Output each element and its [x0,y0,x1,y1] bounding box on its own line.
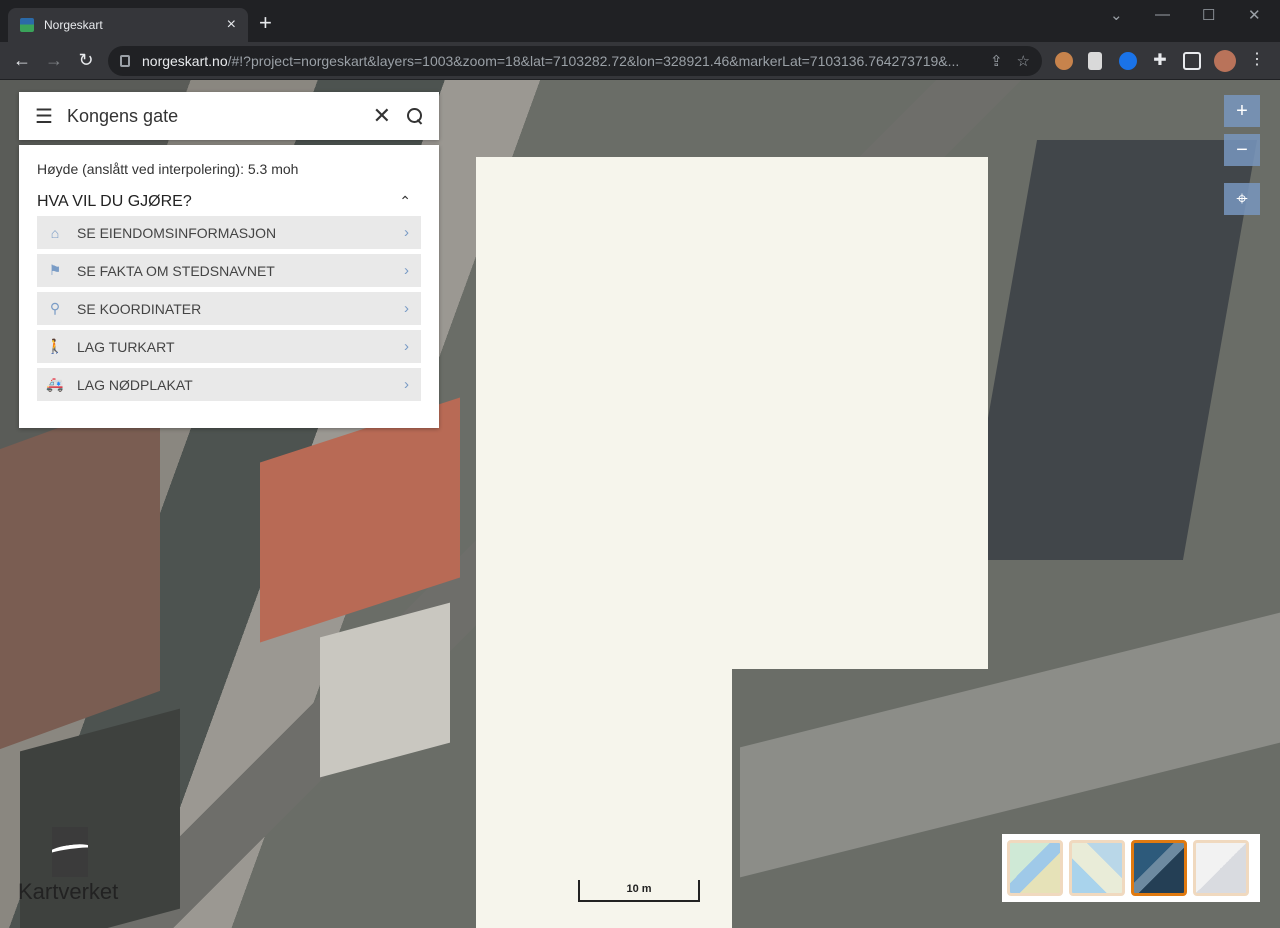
tab-search-icon[interactable]: ⌄ [1110,6,1123,24]
map-roof [0,390,160,750]
elevation-text: Høyde (anslått ved interpolering): 5.3 m… [37,161,299,177]
chevron-up-icon[interactable]: ⌃ [399,193,411,211]
favicon-icon [20,18,34,32]
map-roof [962,140,1258,560]
locate-me-icon[interactable]: ⌖ [1224,183,1260,215]
basemap-aerial-thumbnail[interactable] [1131,840,1187,896]
actions-header[interactable]: HVA VIL DU GJØRE? ⌃ [37,193,421,211]
address-bar[interactable]: norgeskart.no/#!?project=norgeskart&laye… [108,46,1042,76]
basemap-sea-chart-thumbnail[interactable] [1069,840,1125,896]
option-label: SE KOORDINATER [77,300,202,317]
url-text[interactable]: norgeskart.no/#!?project=norgeskart&laye… [142,53,976,69]
chevron-right-icon: › [404,262,409,279]
maximize-button[interactable]: ☐ [1202,6,1215,24]
back-icon[interactable]: ← [10,50,34,70]
reload-icon[interactable]: ↻ [74,50,98,70]
share-icon[interactable]: ⇪ [990,52,1003,70]
logo-text: Kartverket [18,879,119,904]
zoom-in-button[interactable]: + [1224,95,1260,127]
search-bar: ☰ Kongens gate ✕ [19,92,439,140]
home-icon: ⌂ [50,224,60,241]
basemap-chooser [1002,834,1260,902]
option-label: SE EIENDOMSINFORMASJON [77,224,277,241]
password-extension-icon[interactable] [1119,52,1137,70]
search-input[interactable]: Kongens gate [67,106,373,127]
forward-icon[interactable]: → [42,50,66,70]
chevron-right-icon: › [404,376,409,393]
browser-tabbar: Norgeskart × + ⌄ — ☐ ✕ [0,0,1280,42]
scale-bar: 10 m [578,880,700,902]
search-icon[interactable] [407,108,423,124]
action-panel: Høyde (anslått ved interpolering): 5.3 m… [19,145,439,428]
new-tab-button[interactable]: + [259,12,272,34]
close-window-button[interactable]: ✕ [1248,6,1261,24]
option-property-info[interactable]: ⌂ SE EIENDOMSINFORMASJON › [37,216,421,249]
side-panel-icon[interactable] [1183,52,1201,70]
minimize-button[interactable]: — [1155,6,1170,23]
clear-search-icon[interactable]: ✕ [373,103,391,129]
kartverket-logo[interactable]: Kartverket [18,827,128,905]
avatar[interactable] [1214,50,1236,72]
ambulance-icon: 🚑 [46,376,64,392]
option-coordinates[interactable]: ⚲ SE KOORDINATER › [37,292,421,325]
basemap-topo-thumbnail[interactable] [1007,840,1063,896]
zoom-out-button[interactable]: − [1224,134,1260,166]
option-label: LAG NØDPLAKAT [77,376,193,393]
tab-close-icon[interactable]: × [227,16,236,34]
option-label: LAG TURKART [77,338,175,355]
hiker-icon: 🚶 [46,338,64,354]
puzzle-icon[interactable]: ✚ [1148,51,1172,71]
document-extension-icon[interactable] [1088,52,1102,70]
chevron-right-icon: › [404,338,409,355]
logo-mark-icon [52,827,88,877]
map-tile-placeholder [476,157,988,669]
basemap-grey-thumbnail[interactable] [1193,840,1249,896]
browser-tab[interactable]: Norgeskart × [8,8,248,42]
hamburger-menu-icon[interactable]: ☰ [35,104,53,129]
bookmark-star-icon[interactable]: ☆ [1017,52,1030,70]
more-menu-icon[interactable]: ⋮ [1245,50,1269,70]
tab-title: Norgeskart [44,18,103,32]
option-hiking-map[interactable]: 🚶 LAG TURKART › [37,330,421,363]
map-pin-icon: ⚲ [49,300,61,316]
flag-icon: ⚑ [48,262,62,278]
lock-icon [120,55,130,67]
extension-icon[interactable] [1055,52,1073,70]
chevron-right-icon: › [404,224,409,241]
map-roof [260,397,460,643]
option-emergency-poster[interactable]: 🚑 LAG NØDPLAKAT › [37,368,421,401]
option-place-name-facts[interactable]: ⚑ SE FAKTA OM STEDSNAVNET › [37,254,421,287]
actions-header-label: HVA VIL DU GJØRE? [37,193,192,210]
map-building [320,602,450,778]
option-label: SE FAKTA OM STEDSNAVNET [77,262,275,279]
browser-toolbar: ← → ↻ norgeskart.no/#!?project=norgeskar… [0,42,1280,80]
chevron-right-icon: › [404,300,409,317]
